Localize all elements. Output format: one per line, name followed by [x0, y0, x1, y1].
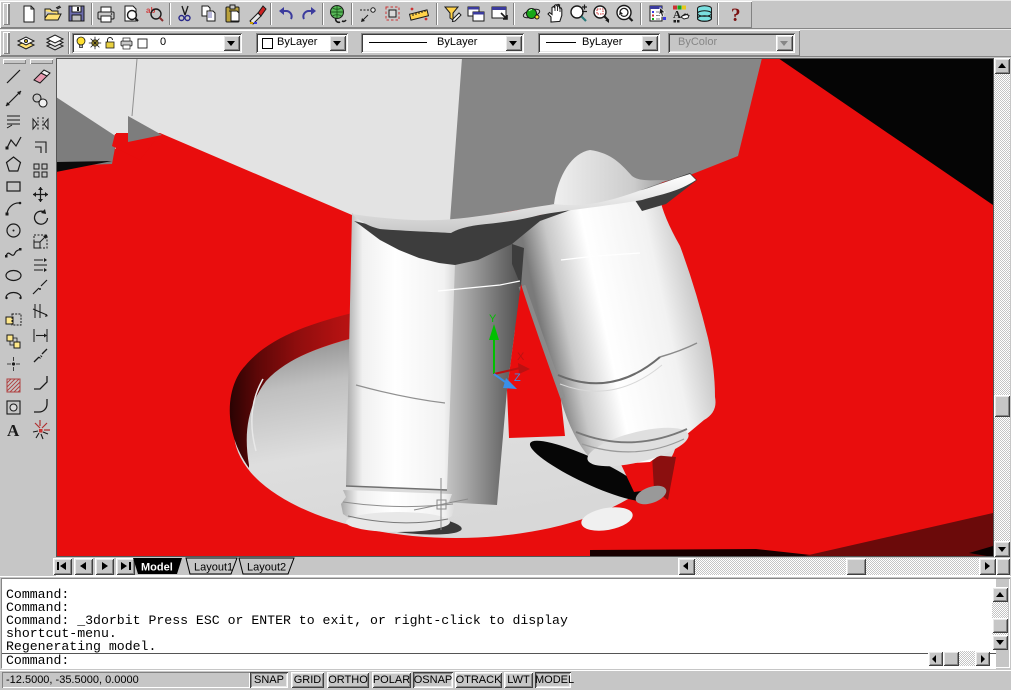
svg-text:X: X — [517, 351, 525, 363]
svg-text:Model: Model — [141, 562, 173, 574]
svg-text:Z: Z — [514, 372, 521, 384]
svg-text:A: A — [7, 421, 20, 440]
svg-text:?: ? — [731, 5, 741, 25]
svg-text:Y: Y — [489, 313, 497, 325]
svg-text:Layout2: Layout2 — [247, 562, 286, 574]
svg-text:Layout1: Layout1 — [194, 562, 233, 574]
svg-text:A: A — [673, 9, 681, 21]
